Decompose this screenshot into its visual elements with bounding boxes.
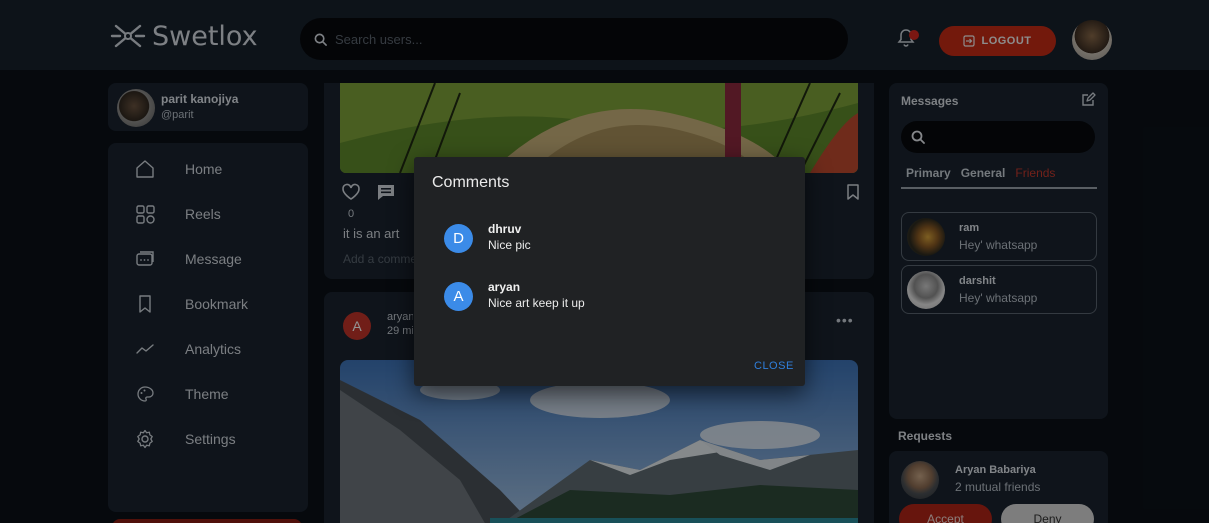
comments-dialog: Comments D dhruv Nice pic A aryan Nice a… [414, 157, 805, 386]
comments-title: Comments [432, 174, 510, 191]
close-button[interactable]: CLOSE [754, 360, 794, 372]
comment-avatar[interactable]: A [444, 282, 473, 311]
comment-username[interactable]: aryan [488, 280, 520, 294]
comment-text: Nice pic [488, 238, 531, 252]
comment-text: Nice art keep it up [488, 296, 585, 310]
comment-username[interactable]: dhruv [488, 222, 521, 236]
comment-avatar[interactable]: D [444, 224, 473, 253]
